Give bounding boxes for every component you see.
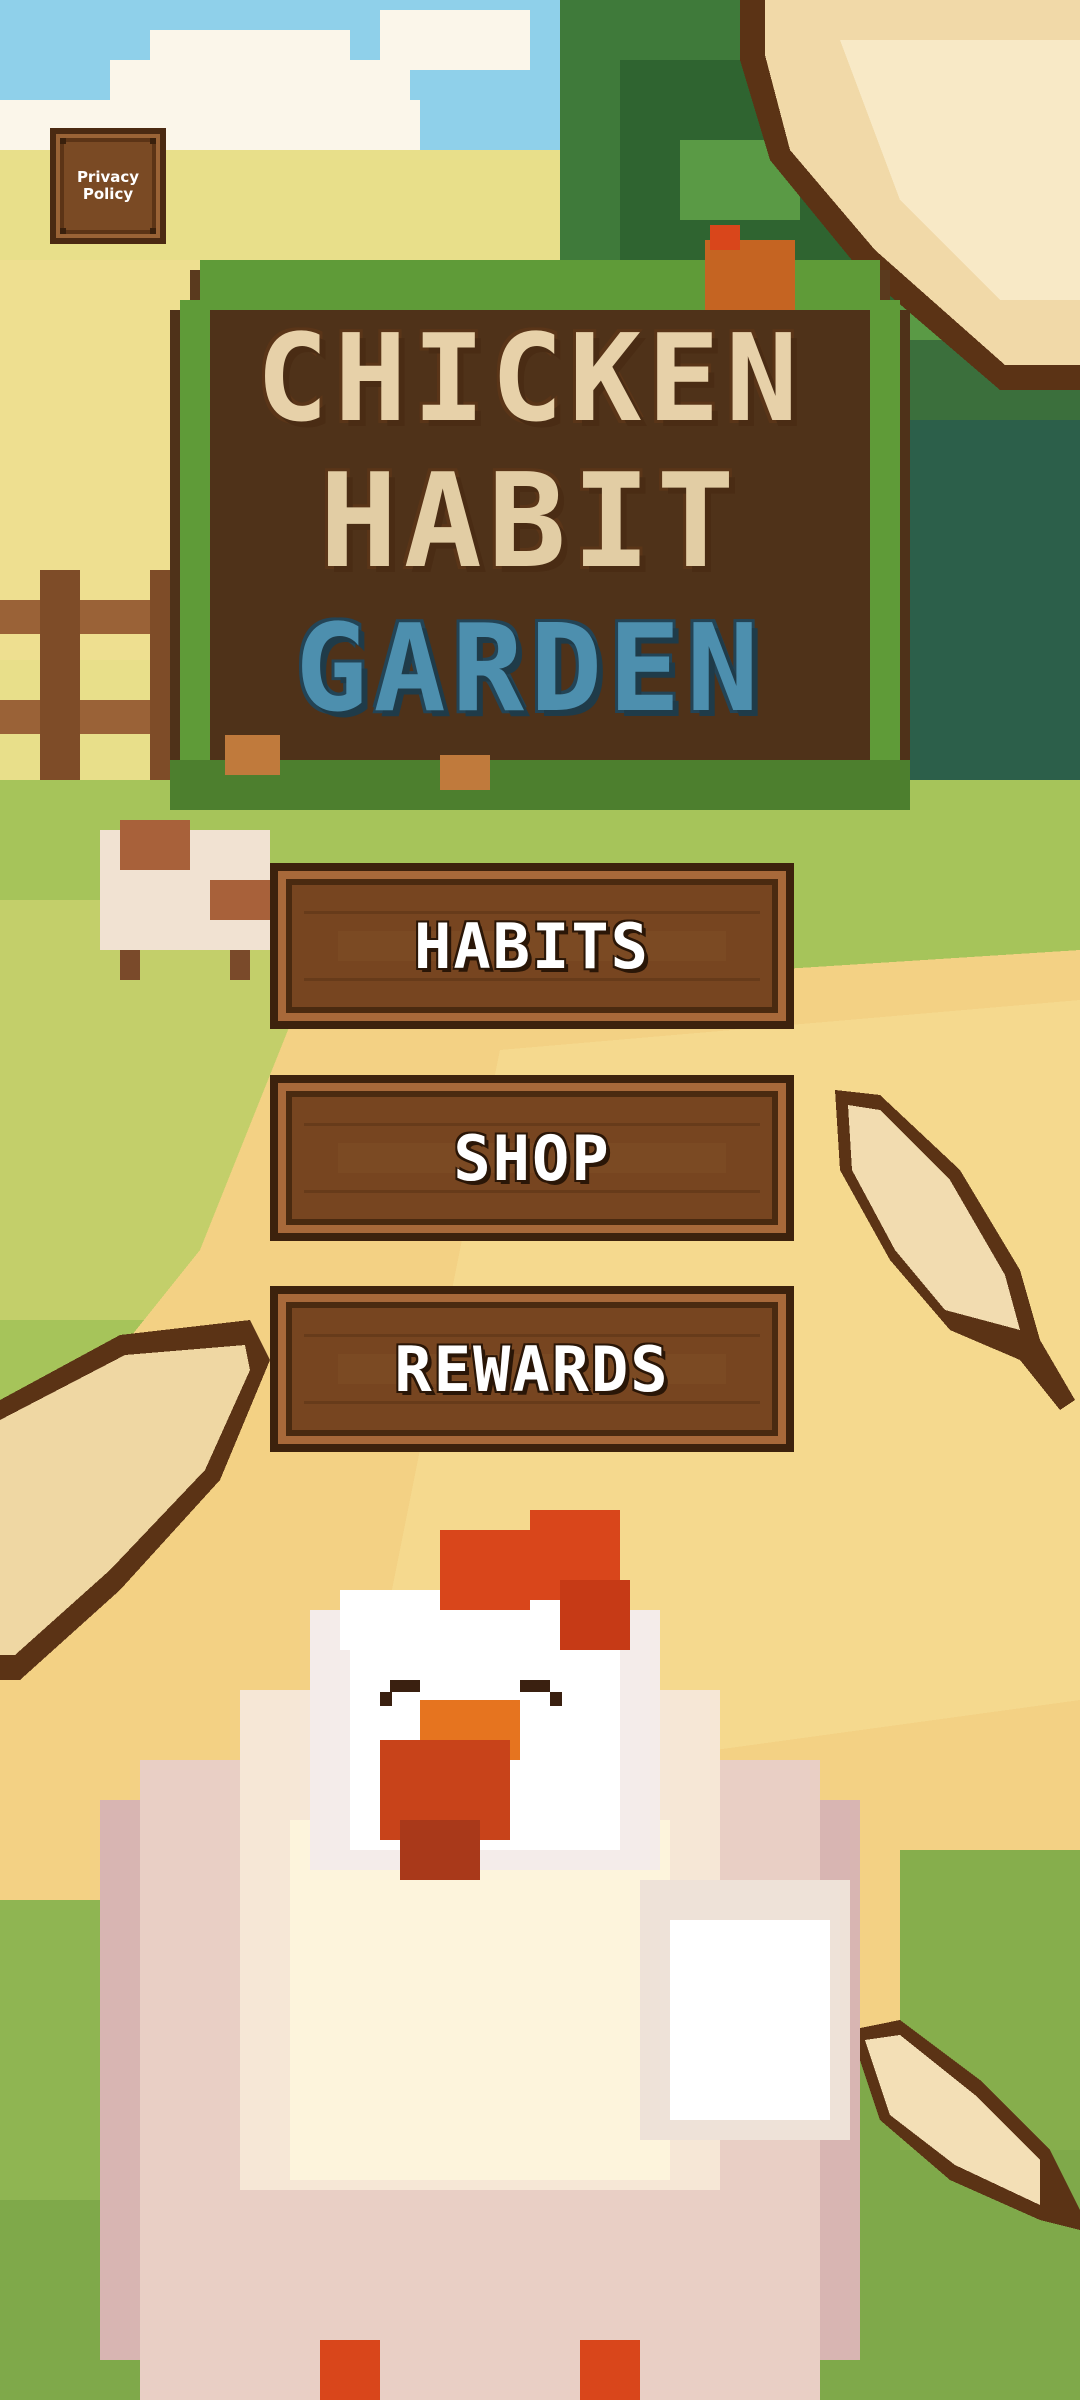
logo-title-line2: HABIT — [319, 445, 741, 597]
wood-grain — [304, 1123, 760, 1126]
wood-grain — [304, 911, 760, 914]
rewards-button[interactable]: REWARDS — [270, 1286, 794, 1452]
privacy-policy-label: Privacy Policy — [76, 168, 140, 203]
rivet — [150, 138, 156, 144]
rivet — [150, 228, 156, 234]
logo-title-line3: GARDEN — [295, 600, 765, 739]
shop-button[interactable]: SHOP — [270, 1075, 794, 1241]
game-logo: CHICKEN HABIT GARDEN — [160, 260, 900, 820]
rivet — [60, 228, 66, 234]
wood-grain — [304, 1334, 760, 1337]
wood-grain — [304, 978, 760, 981]
wood-grain — [304, 1190, 760, 1193]
shop-button-label: SHOP — [453, 1121, 611, 1195]
logo-title-line1: CHICKEN — [256, 310, 804, 449]
habits-button-label: HABITS — [414, 909, 650, 983]
rivet — [60, 138, 66, 144]
habits-button[interactable]: HABITS — [270, 863, 794, 1029]
privacy-policy-button[interactable]: Privacy Policy — [50, 128, 166, 244]
rewards-button-label: REWARDS — [394, 1332, 670, 1406]
wood-grain — [304, 1401, 760, 1404]
